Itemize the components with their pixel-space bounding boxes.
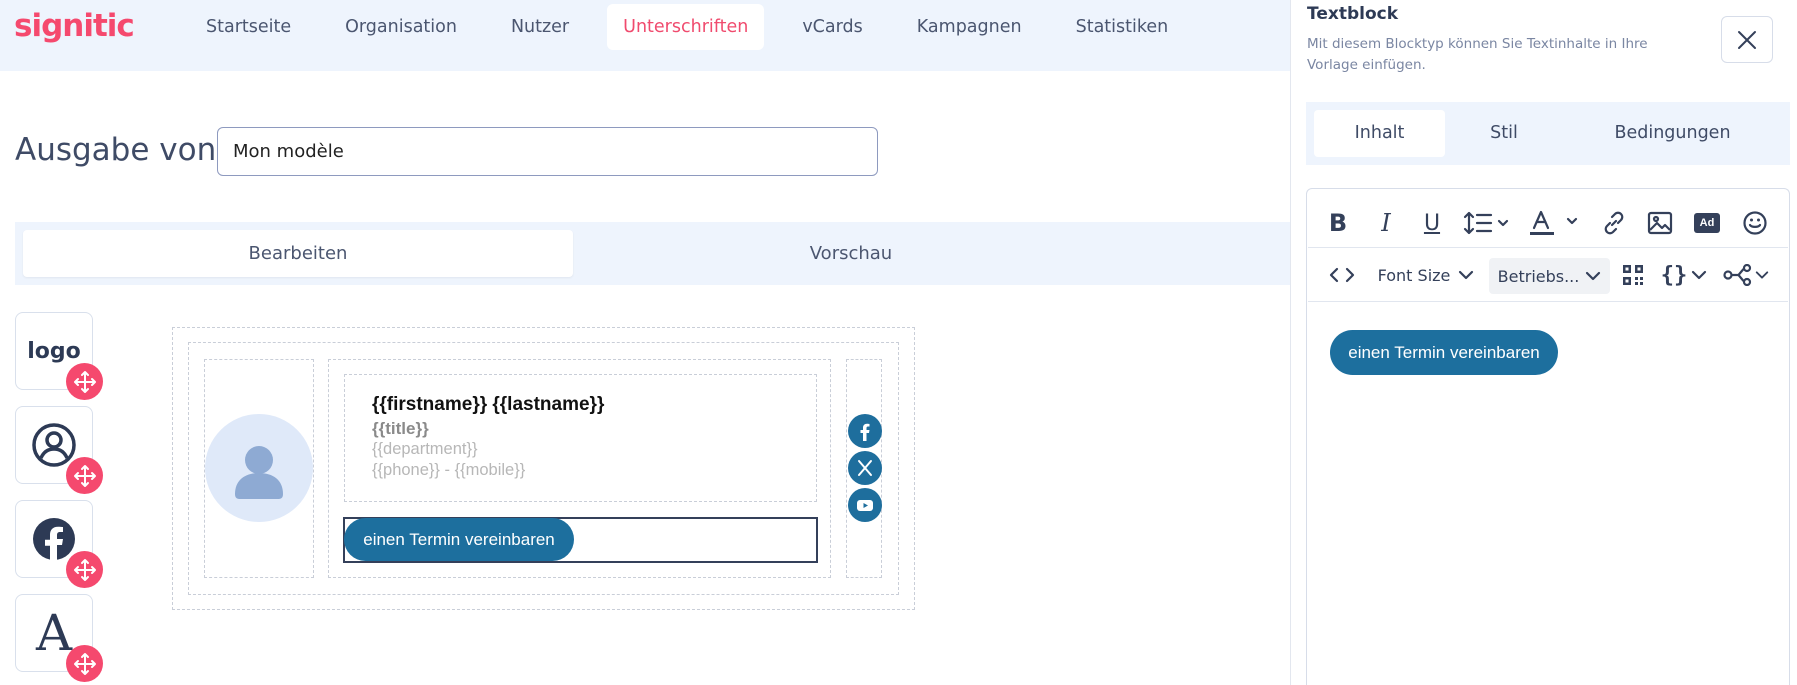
- line-height-icon[interactable]: [1462, 206, 1514, 240]
- youtube-icon[interactable]: [848, 488, 882, 522]
- block-logo-label: logo: [27, 338, 81, 364]
- facebook-icon: [33, 518, 75, 561]
- panel-title: Textblock: [1307, 4, 1399, 24]
- mode-toggle: Bearbeiten Vorschau: [15, 222, 1290, 285]
- nav-item-unterschriften[interactable]: Unterschriften: [607, 4, 765, 50]
- nav-item-vcards[interactable]: vCards: [786, 4, 878, 50]
- signature-phone: {{phone}} - {{mobile}}: [372, 461, 526, 479]
- link-icon[interactable]: [1598, 206, 1630, 240]
- block-avatar[interactable]: [15, 406, 103, 494]
- chevron-down-icon: [1755, 271, 1769, 279]
- font-size-select[interactable]: Font Size: [1370, 258, 1482, 292]
- cta-button[interactable]: einen Termin vereinbaren: [344, 518, 574, 561]
- tab-bearbeiten[interactable]: Bearbeiten: [23, 230, 573, 277]
- bold-icon[interactable]: B: [1322, 206, 1354, 240]
- tab-vorschau[interactable]: Vorschau: [573, 230, 1129, 277]
- code-icon[interactable]: [1326, 258, 1358, 292]
- template-name-input[interactable]: [217, 127, 878, 176]
- block-logo[interactable]: logo: [15, 312, 103, 400]
- italic-icon[interactable]: I: [1370, 206, 1402, 240]
- chevron-down-icon: [1692, 270, 1707, 280]
- font-family-control[interactable]: Betriebs...: [1489, 258, 1610, 294]
- tab-bedingungen[interactable]: Bedingungen: [1563, 110, 1782, 157]
- tab-inhalt[interactable]: Inhalt: [1314, 110, 1445, 157]
- facebook-icon[interactable]: [848, 414, 882, 448]
- brand-logo[interactable]: signitic: [14, 8, 135, 44]
- emoji-icon[interactable]: [1738, 206, 1772, 240]
- chevron-down-icon: [1586, 271, 1601, 281]
- nav-item-nutzer[interactable]: Nutzer: [495, 4, 585, 50]
- nav-item-startseite[interactable]: Startseite: [190, 4, 307, 50]
- workflow-icon[interactable]: [1721, 258, 1771, 292]
- editor-content-button[interactable]: einen Termin vereinbaren: [1330, 330, 1558, 375]
- block-text-label: A: [35, 604, 73, 662]
- font-family-label: Betriebs...: [1497, 266, 1580, 286]
- nav-item-organisation[interactable]: Organisation: [329, 4, 473, 50]
- main-nav: Startseite Organisation Nutzer Unterschr…: [190, 4, 1206, 50]
- chevron-down-icon: [1459, 270, 1474, 280]
- qr-code-icon[interactable]: [1618, 258, 1648, 292]
- text-color-icon[interactable]: [1528, 206, 1582, 240]
- underline-icon[interactable]: U: [1416, 206, 1448, 240]
- move-icon[interactable]: [66, 645, 103, 682]
- variables-icon[interactable]: {}: [1659, 258, 1709, 292]
- user-circle-icon: [32, 423, 76, 467]
- nav-item-statistiken[interactable]: Statistiken: [1060, 4, 1185, 50]
- ad-label: Ad: [1694, 213, 1720, 233]
- move-icon[interactable]: [66, 551, 103, 588]
- ad-icon[interactable]: Ad: [1691, 206, 1723, 240]
- image-icon[interactable]: [1644, 206, 1676, 240]
- avatar-placeholder: [205, 414, 313, 522]
- block-text[interactable]: A: [15, 594, 103, 682]
- top-navigation: signitic Startseite Organisation Nutzer …: [0, 0, 1290, 71]
- close-icon: [1738, 30, 1756, 49]
- edition-label: Ausgabe von: [15, 132, 217, 168]
- x-icon[interactable]: [848, 451, 882, 485]
- signature-department: {{department}}: [372, 440, 478, 458]
- font-size-label: Font Size: [1377, 265, 1451, 285]
- tab-stil[interactable]: Stil: [1445, 110, 1563, 157]
- move-icon[interactable]: [66, 457, 103, 494]
- block-social[interactable]: [15, 500, 103, 588]
- signature-name: {{firstname}} {{lastname}}: [372, 394, 605, 415]
- panel-description: Mit diesem Blocktyp können Sie Textinhal…: [1307, 36, 1648, 73]
- panel-tabs: Inhalt Stil Bedingungen: [1306, 102, 1790, 165]
- move-icon[interactable]: [66, 363, 103, 400]
- user-icon: [235, 446, 283, 499]
- close-button[interactable]: [1721, 16, 1773, 63]
- signature-title: {{title}}: [372, 419, 429, 438]
- nav-item-kampagnen[interactable]: Kampagnen: [901, 4, 1038, 50]
